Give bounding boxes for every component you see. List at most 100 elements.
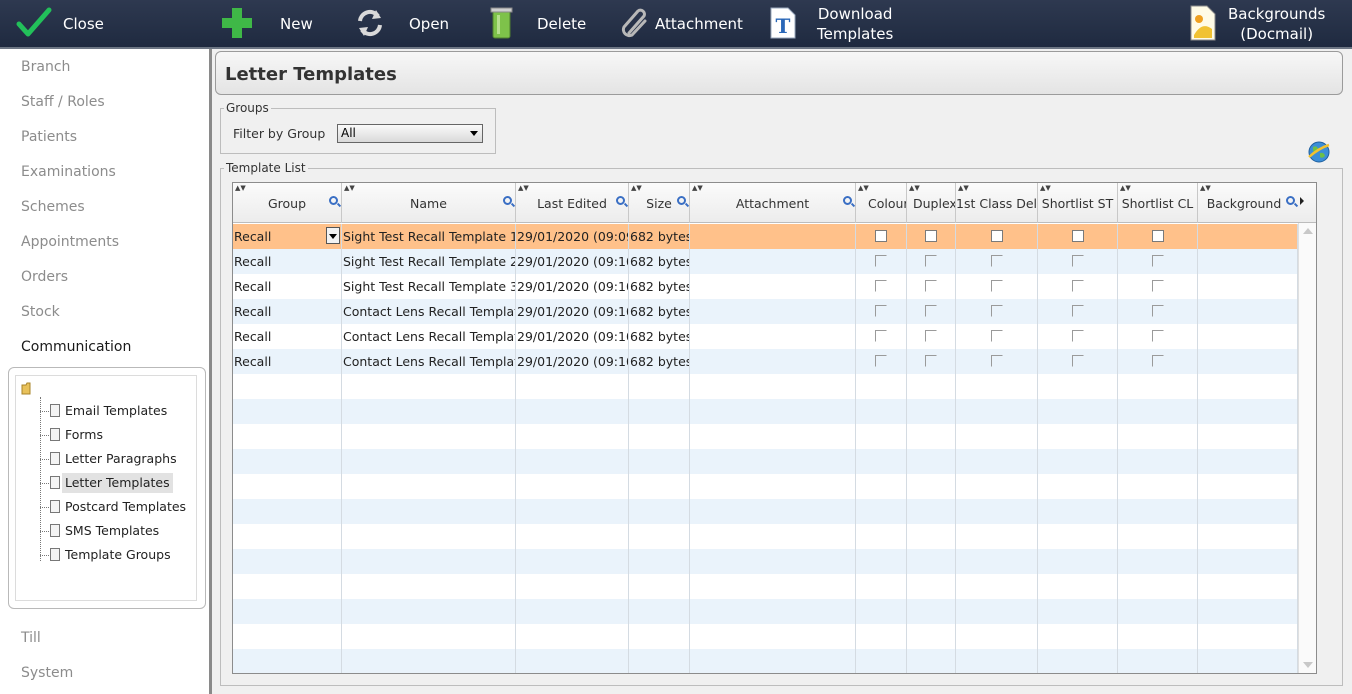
scroll-down-icon[interactable] (1303, 662, 1313, 668)
row-checkbox[interactable] (991, 230, 1003, 242)
row-checkbox[interactable] (925, 305, 937, 317)
table-cell: Contact Lens Recall Template (342, 299, 516, 324)
close-button[interactable]: Close (16, 0, 116, 47)
row-checkbox[interactable] (925, 230, 937, 242)
tree-item-email-templates[interactable]: Email Templates (62, 401, 170, 421)
table-cell: Recall (233, 274, 342, 299)
vertical-scrollbar[interactable] (1298, 223, 1316, 673)
empty-row (233, 374, 1298, 399)
row-checkbox[interactable] (1152, 280, 1164, 292)
table-cell (1118, 624, 1198, 649)
table-row[interactable]: Recall Sight Test Recall Template 3 29/01/… (233, 274, 1298, 299)
empty-row (233, 424, 1298, 449)
row-checkbox[interactable] (1152, 330, 1164, 342)
row-checkbox[interactable] (925, 255, 937, 267)
search-icon[interactable] (329, 196, 338, 205)
table-row[interactable]: Recall Sight Test Recall Template 2 29/01/… (233, 249, 1298, 274)
table-cell: 29/01/2020 (09:10) (516, 274, 629, 299)
column-header-attachment[interactable]: ▲▼ Attachment (690, 183, 856, 223)
column-header-first-class[interactable]: ▲▼ 1st Class Del. (956, 183, 1038, 223)
row-checkbox[interactable] (875, 305, 887, 317)
row-checkbox[interactable] (1152, 230, 1164, 242)
column-header-group[interactable]: ▲▼ Group (233, 183, 342, 223)
backgrounds-docmail-button[interactable]: Backgrounds (Docmail) (1190, 0, 1330, 47)
sidebar-item-orders[interactable]: Orders (21, 269, 68, 285)
row-checkbox[interactable] (1072, 355, 1084, 367)
sidebar-item-appointments[interactable]: Appointments (21, 234, 119, 250)
sidebar-item-stock[interactable]: Stock (21, 304, 60, 320)
row-checkbox[interactable] (991, 330, 1003, 342)
row-checkbox[interactable] (1072, 230, 1084, 242)
delete-button[interactable]: Delete (490, 0, 590, 47)
search-icon[interactable] (677, 196, 686, 205)
row-checkbox[interactable] (875, 280, 887, 292)
tree-item-sms-templates[interactable]: SMS Templates (62, 521, 162, 541)
row-checkbox[interactable] (925, 355, 937, 367)
column-header-colour[interactable]: ▲▼ Colour (856, 183, 907, 223)
sidebar-item-patients[interactable]: Patients (21, 129, 77, 145)
sidebar-item-branch[interactable]: Branch (21, 59, 70, 75)
filter-by-group-select[interactable]: All (337, 124, 483, 143)
row-checkbox[interactable] (1072, 255, 1084, 267)
column-header-shortlist-cl[interactable]: ▲▼ Shortlist CL (1118, 183, 1198, 223)
row-checkbox[interactable] (1152, 305, 1164, 317)
svg-text:T: T (776, 14, 791, 38)
row-checkbox[interactable] (925, 330, 937, 342)
sidebar-item-schemes[interactable]: Schemes (21, 199, 85, 215)
row-checkbox[interactable] (875, 355, 887, 367)
row-checkbox[interactable] (991, 280, 1003, 292)
sidebar-item-examinations[interactable]: Examinations (21, 164, 116, 180)
tree-item-postcard-templates[interactable]: Postcard Templates (62, 497, 189, 517)
globe-icon[interactable] (1307, 140, 1331, 164)
sidebar-item-communication[interactable]: Communication (21, 339, 131, 355)
sidebar-item-staff-roles[interactable]: Staff / Roles (21, 94, 105, 110)
tree-item-template-groups[interactable]: Template Groups (62, 545, 174, 565)
table-row[interactable]: Recall Sight Test Recall Template 1 29/01/… (233, 224, 1298, 249)
column-header-last-edited[interactable]: ▲▼ Last Edited (516, 183, 629, 223)
tree-item-forms[interactable]: Forms (62, 425, 106, 445)
table-cell (233, 449, 342, 474)
folder-icon[interactable] (21, 382, 35, 395)
row-checkbox[interactable] (875, 255, 887, 267)
download-templates-button[interactable]: T Download Templates (770, 0, 900, 47)
search-icon[interactable] (843, 196, 852, 205)
row-checkbox[interactable] (875, 330, 887, 342)
row-checkbox[interactable] (991, 255, 1003, 267)
row-checkbox[interactable] (991, 355, 1003, 367)
sidebar-item-system[interactable]: System (21, 665, 73, 681)
tree-item-letter-templates[interactable]: Letter Templates (62, 473, 173, 493)
toolbar: Close New Open Delete Attachment T Downl… (0, 0, 1352, 47)
table-cell (233, 624, 342, 649)
row-checkbox[interactable] (991, 305, 1003, 317)
column-header-name[interactable]: ▲▼ Name (342, 183, 516, 223)
row-checkbox[interactable] (925, 280, 937, 292)
row-checkbox[interactable] (1072, 330, 1084, 342)
row-checkbox[interactable] (1152, 255, 1164, 267)
tree-item-letter-paragraphs[interactable]: Letter Paragraphs (62, 449, 180, 469)
table-cell (516, 574, 629, 599)
group-dropdown-button[interactable] (326, 227, 340, 244)
table-row[interactable]: Recall Contact Lens Recall Template 29/01/… (233, 324, 1298, 349)
column-header-duplex[interactable]: ▲▼ Duplex (907, 183, 956, 223)
column-header-background[interactable]: ▲▼ Background (1198, 183, 1298, 223)
search-icon[interactable] (616, 196, 625, 205)
table-cell (956, 649, 1038, 673)
table-cell (1198, 399, 1298, 424)
row-checkbox[interactable] (1152, 355, 1164, 367)
new-button[interactable]: New (220, 0, 320, 47)
table-row[interactable]: Recall Contact Lens Recall Template 29/01/… (233, 299, 1298, 324)
scroll-right-icon[interactable] (1300, 197, 1304, 205)
row-checkbox[interactable] (875, 230, 887, 242)
open-button[interactable]: Open (354, 0, 454, 47)
row-checkbox[interactable] (1072, 280, 1084, 292)
column-header-size[interactable]: ▲▼ Size (629, 183, 690, 223)
search-icon[interactable] (503, 196, 512, 205)
row-checkbox[interactable] (1072, 305, 1084, 317)
sidebar-item-till[interactable]: Till (21, 630, 41, 646)
scroll-up-icon[interactable] (1303, 228, 1313, 234)
groups-legend: Groups (224, 101, 271, 115)
search-icon[interactable] (1286, 196, 1295, 205)
column-header-shortlist-st[interactable]: ▲▼ Shortlist ST (1038, 183, 1118, 223)
table-row[interactable]: Recall Contact Lens Recall Template 29/01/… (233, 349, 1298, 374)
attachment-button[interactable]: Attachment (619, 0, 749, 47)
